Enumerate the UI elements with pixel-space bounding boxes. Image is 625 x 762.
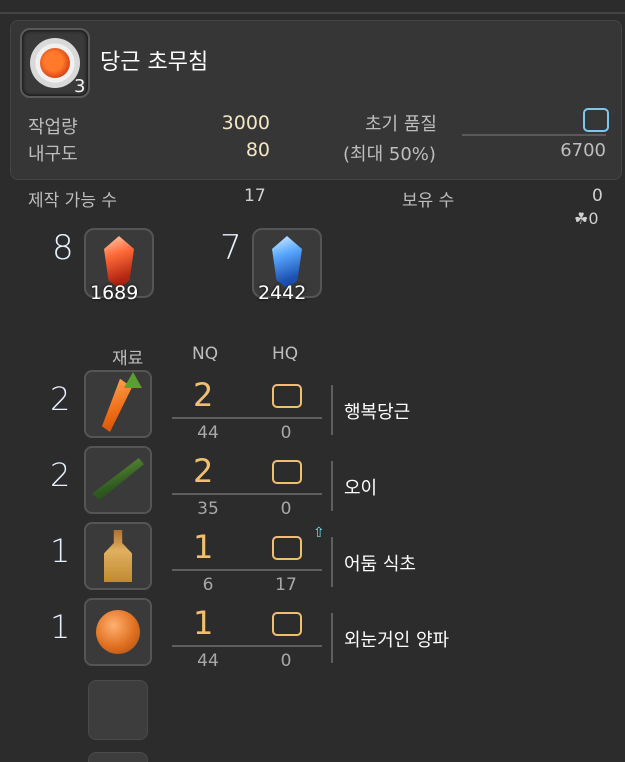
owned-hq-value: 0	[588, 209, 599, 228]
material-name: 행복당근	[344, 402, 411, 423]
vinegar-bottle-icon	[104, 530, 132, 582]
material-column-header: 재료	[112, 349, 144, 369]
progress-value: 3000	[221, 112, 270, 134]
material-slot[interactable]	[84, 522, 152, 590]
water-crystal-icon	[272, 236, 302, 288]
hq-quality-icon: ☘	[574, 209, 589, 228]
material-name: 어둠 식초	[344, 554, 416, 575]
craftable-value: 17	[244, 186, 266, 206]
nq-have: 44	[197, 423, 219, 443]
nq-have: 44	[197, 651, 219, 671]
nq-used[interactable]: 2	[193, 376, 213, 414]
crystal-stock-water: 2442	[258, 282, 307, 304]
cucumber-icon	[92, 458, 144, 500]
nq-column-header: NQ	[192, 344, 219, 364]
hq-have: 0	[280, 499, 292, 519]
owned-hq-row: ☘0	[574, 209, 599, 228]
material-slot[interactable]	[84, 446, 152, 514]
hq-used-box[interactable]	[272, 384, 302, 408]
onion-icon	[96, 610, 140, 654]
owned-label: 보유 수	[402, 191, 455, 211]
crystal-stock-fire: 1689	[90, 282, 139, 304]
material-required: 1	[50, 608, 71, 646]
max-quality-label: (최대 50%)	[343, 144, 436, 165]
yield-count: 3	[74, 76, 86, 97]
nq-used[interactable]: 1	[193, 604, 213, 642]
row-separator	[172, 569, 322, 571]
dish-food-icon	[40, 48, 70, 78]
fire-crystal-icon	[104, 236, 134, 288]
quality-bar	[462, 134, 606, 136]
row-separator	[172, 493, 322, 495]
hq-used-box[interactable]	[272, 460, 302, 484]
row-divider	[331, 613, 333, 663]
recipe-title: 당근 초무침	[100, 50, 209, 75]
material-slot[interactable]	[84, 598, 152, 666]
durability-label: 내구도	[28, 144, 78, 165]
top-divider	[0, 12, 625, 14]
material-required: 2	[50, 456, 71, 494]
hq-have: 0	[280, 423, 292, 443]
hq-available-arrow-icon: ⇧	[313, 525, 325, 541]
craftable-label: 제작 가능 수	[28, 191, 118, 211]
nq-used[interactable]: 1	[193, 528, 213, 566]
durability-value: 80	[245, 139, 270, 161]
nq-have: 35	[197, 499, 219, 519]
row-divider	[331, 537, 333, 587]
row-divider	[331, 385, 333, 435]
material-required: 2	[50, 380, 71, 418]
nq-used[interactable]: 2	[193, 452, 213, 490]
row-separator	[172, 645, 322, 647]
owned-value: 0	[592, 186, 603, 206]
row-divider	[331, 461, 333, 511]
nq-have: 6	[202, 575, 214, 595]
material-required: 1	[50, 532, 71, 570]
material-slot[interactable]	[84, 370, 152, 438]
initial-quality-input[interactable]	[583, 108, 609, 132]
initial-quality-label: 초기 품질	[365, 114, 437, 135]
hq-column-header: HQ	[272, 344, 299, 364]
hq-have: 0	[280, 651, 292, 671]
crystal-required-fire: 8	[52, 228, 74, 268]
carrot-leaf-icon	[124, 372, 142, 388]
hq-used-box[interactable]	[272, 536, 302, 560]
row-separator	[172, 417, 322, 419]
material-name: 외눈거인 양파	[344, 630, 450, 651]
material-name: 오이	[344, 478, 378, 499]
hq-used-box[interactable]	[272, 612, 302, 636]
empty-material-slot	[88, 680, 148, 740]
crystal-required-water: 7	[220, 228, 242, 268]
quality-max-value: 6700	[560, 140, 606, 161]
progress-label: 작업량	[28, 117, 78, 138]
hq-have: 17	[275, 575, 297, 595]
